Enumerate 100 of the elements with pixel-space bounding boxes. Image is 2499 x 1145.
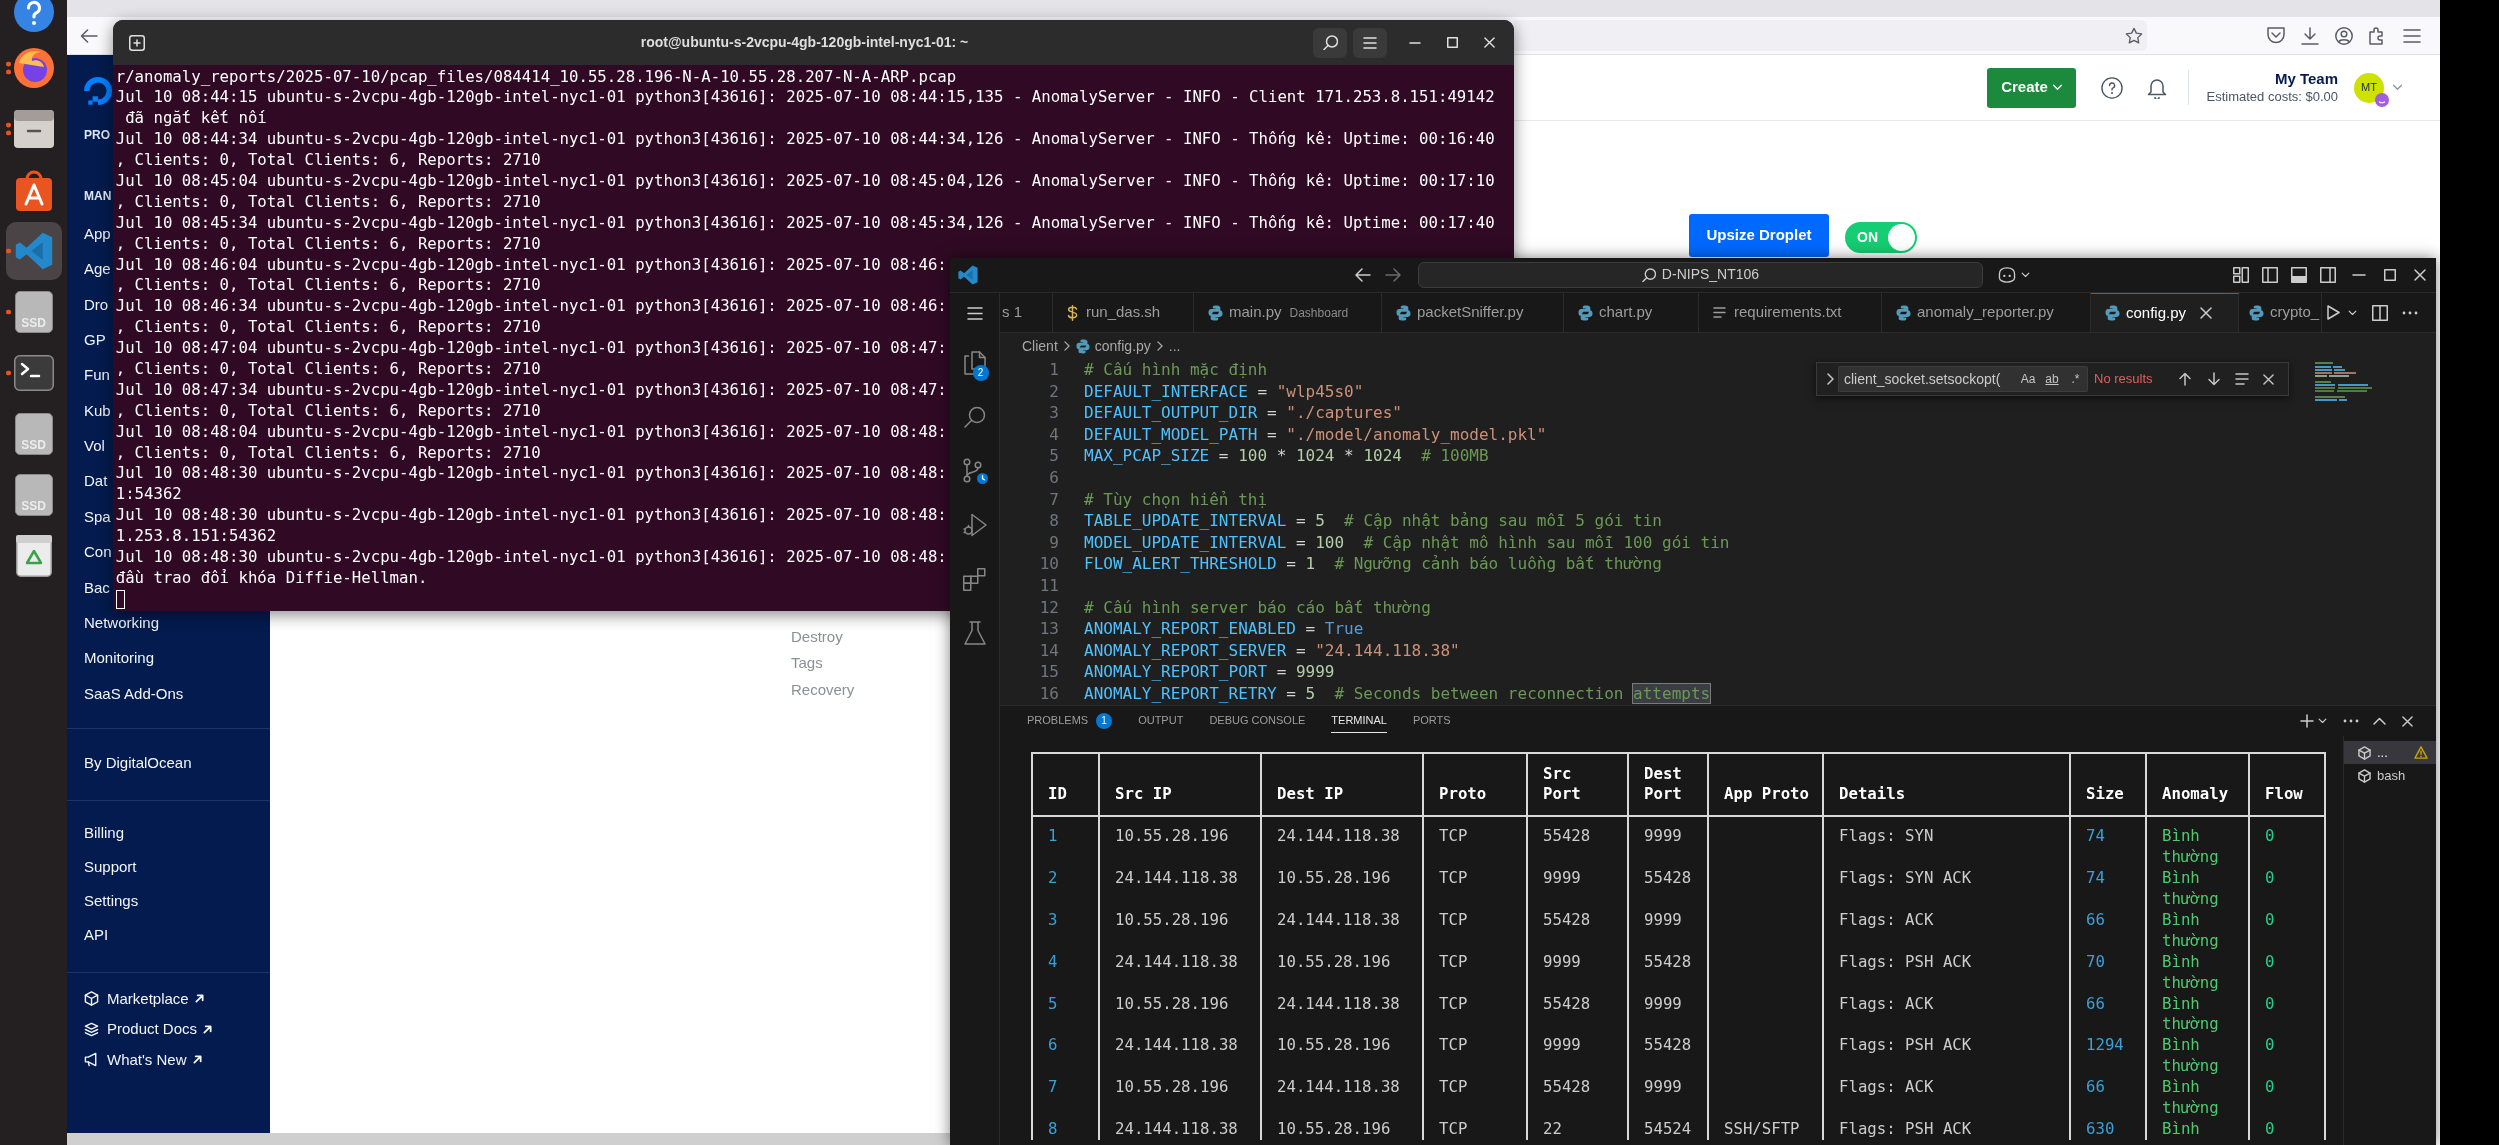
sidebar-link[interactable]: Bac (84, 570, 110, 606)
chevron-right-icon[interactable] (1827, 373, 1834, 385)
url-field[interactable] (1514, 20, 2147, 51)
table-cell: Flags: PSH ACK (1823, 1035, 2070, 1078)
sidebar-link[interactable]: Vol (84, 428, 105, 465)
extensions-icon[interactable] (963, 567, 986, 591)
external-link-icon (192, 1055, 202, 1065)
sidebar-link[interactable]: SaaS Add-Ons (84, 676, 184, 712)
breadcrumb-item[interactable]: Client (1022, 335, 1058, 357)
source-control-icon[interactable] (961, 458, 988, 484)
find-option-toggle[interactable]: .* (2064, 366, 2088, 392)
shell-session-tab[interactable]: ... (2344, 741, 2436, 764)
dock-item[interactable] (13, 355, 54, 391)
sidebar-link[interactable]: App (84, 216, 111, 252)
shell-session-tab[interactable]: bash (2344, 764, 2436, 787)
sidebar-toggle-icon[interactable] (2262, 266, 2278, 283)
sidebar-link[interactable]: Monitoring (84, 641, 155, 677)
panel-tab[interactable]: OUTPUT (1138, 709, 1184, 733)
split-editor-icon[interactable] (2372, 304, 2388, 321)
new-tab-icon[interactable] (129, 34, 145, 51)
sidebar-link[interactable]: Marketplace (84, 983, 204, 1015)
search-button[interactable] (1313, 27, 1347, 58)
sidebar-link[interactable]: By DigitalOcean (84, 745, 192, 781)
maximize-icon[interactable] (2384, 268, 2396, 281)
line-number: 16 (1038, 682, 1059, 705)
files-icon[interactable] (963, 351, 986, 375)
forward-icon[interactable] (1385, 267, 1401, 282)
dock-item[interactable] (13, 110, 54, 148)
breadcrumb-item[interactable]: config.py (1094, 335, 1151, 357)
caret-up-icon[interactable] (2373, 717, 2386, 725)
menu-button[interactable] (1353, 27, 1387, 58)
close-icon[interactable] (2262, 373, 2274, 385)
pocket-icon[interactable] (2267, 27, 2285, 44)
dock-item[interactable] (15, 169, 52, 211)
sidebar-link[interactable]: Kub (84, 393, 111, 429)
dock-item[interactable] (15, 535, 52, 577)
horizontal-scrollbar[interactable] (67, 1133, 950, 1145)
download-icon[interactable] (2301, 26, 2319, 45)
sidebar-link[interactable]: Spa (84, 499, 111, 535)
star-icon[interactable] (2125, 26, 2143, 45)
search-icon[interactable] (963, 406, 986, 428)
more-icon[interactable] (2343, 719, 2359, 723)
upsize-button[interactable]: Upsize Droplet (1689, 214, 1829, 257)
flask-icon[interactable] (963, 621, 986, 645)
create-button[interactable]: Create (1987, 67, 2077, 108)
close-icon[interactable] (2402, 715, 2413, 727)
account-icon[interactable] (2335, 26, 2353, 45)
close-icon[interactable] (1484, 37, 1495, 48)
panel-tab[interactable]: PROBLEMS 1 (1027, 709, 1113, 733)
sidebar-link[interactable]: Fun (84, 357, 110, 394)
table-cell: TCP (1423, 1035, 1527, 1078)
sidebar-link[interactable]: Dro (84, 287, 109, 323)
sidebar-link[interactable]: API (84, 918, 109, 953)
sidebar-link[interactable]: What's New (84, 1044, 202, 1076)
find-option-toggle[interactable]: ab (2040, 366, 2064, 392)
find-input[interactable]: client_socket.setsockopt( (1838, 366, 2016, 392)
panel-tab[interactable]: DEBUG CONSOLE (1209, 709, 1306, 733)
chevron-down-icon[interactable] (2318, 718, 2327, 724)
more-icon[interactable] (2402, 310, 2418, 315)
select-lines-icon[interactable] (2234, 373, 2249, 385)
run-icon[interactable] (2327, 305, 2340, 320)
close-icon[interactable] (2414, 268, 2426, 281)
plus-icon[interactable] (2300, 714, 2314, 728)
sidebar-link[interactable]: Support (84, 849, 137, 885)
command-center[interactable]: D-NIPS_NT106 (1418, 261, 1983, 288)
editor-tab[interactable]: s 1 (1000, 293, 1053, 332)
secondary-sidebar-icon[interactable] (2320, 266, 2336, 283)
layout-icon[interactable] (2233, 266, 2249, 283)
close-icon[interactable] (2200, 307, 2213, 319)
sidebar-link[interactable]: Billing (84, 815, 125, 850)
minimize-icon[interactable] (2352, 273, 2366, 276)
help-icon[interactable] (2101, 76, 2124, 99)
editor-tab[interactable]: config.py (2091, 293, 2239, 332)
panel-toggle-icon[interactable] (2291, 266, 2307, 283)
back-icon[interactable] (80, 28, 98, 43)
maximize-icon[interactable] (1447, 37, 1458, 48)
find-option-toggle[interactable]: Aa (2016, 366, 2040, 392)
minimize-icon[interactable] (1409, 41, 1421, 44)
dock-item[interactable] (13, 0, 54, 32)
sidebar-link[interactable]: Product Docs (84, 1014, 213, 1045)
table-cell: 55428 (1527, 993, 1628, 1036)
sidebar-link[interactable]: Settings (84, 884, 139, 919)
table-cell: 24.144.118.38 (1261, 993, 1423, 1036)
robot-icon[interactable] (1998, 266, 2016, 283)
arrow-up-icon[interactable] (2178, 372, 2191, 386)
panel-tab[interactable]: PORTS (1412, 709, 1451, 733)
sidebar-link[interactable]: GP (84, 322, 106, 358)
bell-icon[interactable] (2147, 76, 2168, 99)
sidebar-link[interactable]: Con (84, 534, 112, 571)
sidebar-link[interactable]: Dat (84, 464, 108, 500)
sidebar-link[interactable]: Age (84, 251, 111, 288)
panel-tab[interactable]: TERMINAL (1331, 709, 1387, 733)
run-debug-icon[interactable] (962, 513, 987, 537)
table-cell: 7 (1032, 1077, 1099, 1119)
chevron-down-icon[interactable] (2021, 271, 2030, 278)
chevron-down-icon[interactable] (2348, 309, 2357, 316)
breadcrumb-item[interactable]: ... (1168, 335, 1181, 357)
arrow-down-icon[interactable] (2207, 372, 2220, 386)
avatar[interactable]: MT (2354, 72, 2384, 103)
dock-item[interactable] (13, 48, 54, 88)
